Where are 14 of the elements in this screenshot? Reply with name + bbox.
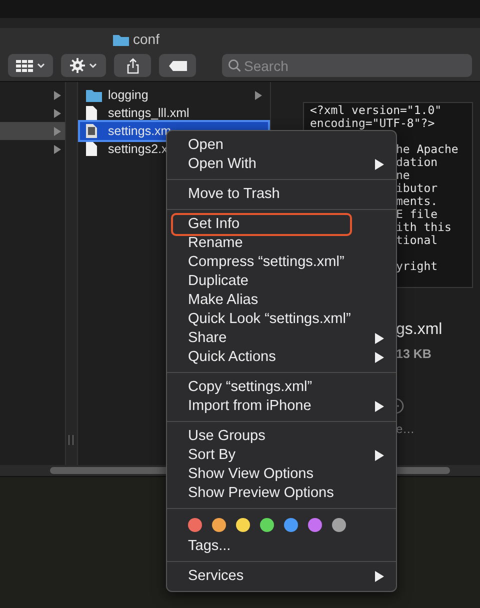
file-size: 13 KB bbox=[396, 346, 432, 363]
file-name: gs.xml bbox=[396, 320, 442, 340]
code-line: ments. bbox=[396, 194, 438, 208]
code-line: ibutor bbox=[396, 181, 438, 195]
code-line: he Apache bbox=[396, 142, 458, 156]
code-line: ne bbox=[396, 168, 410, 182]
code-line: encoding="UTF-8"?> bbox=[310, 117, 435, 130]
code-line: E file bbox=[396, 207, 438, 221]
code-line: tional bbox=[396, 233, 438, 247]
window-title: conf bbox=[133, 30, 160, 48]
code-line: <?xml version="1.0" bbox=[310, 104, 442, 117]
code-line: dation bbox=[396, 155, 438, 169]
code-line: yright bbox=[396, 259, 438, 273]
code-line: ith this bbox=[396, 220, 452, 234]
